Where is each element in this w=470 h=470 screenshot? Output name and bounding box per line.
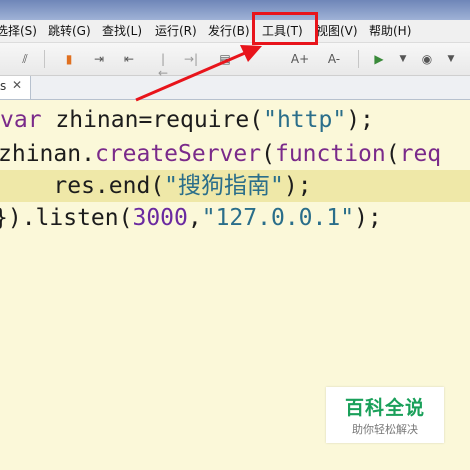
watermark-title: 百科全说 — [344, 397, 425, 419]
watermark-badge: 百科全说 助你轻松解决 — [326, 387, 444, 443]
watermark-subtitle: 助你轻松解决 — [352, 423, 418, 436]
